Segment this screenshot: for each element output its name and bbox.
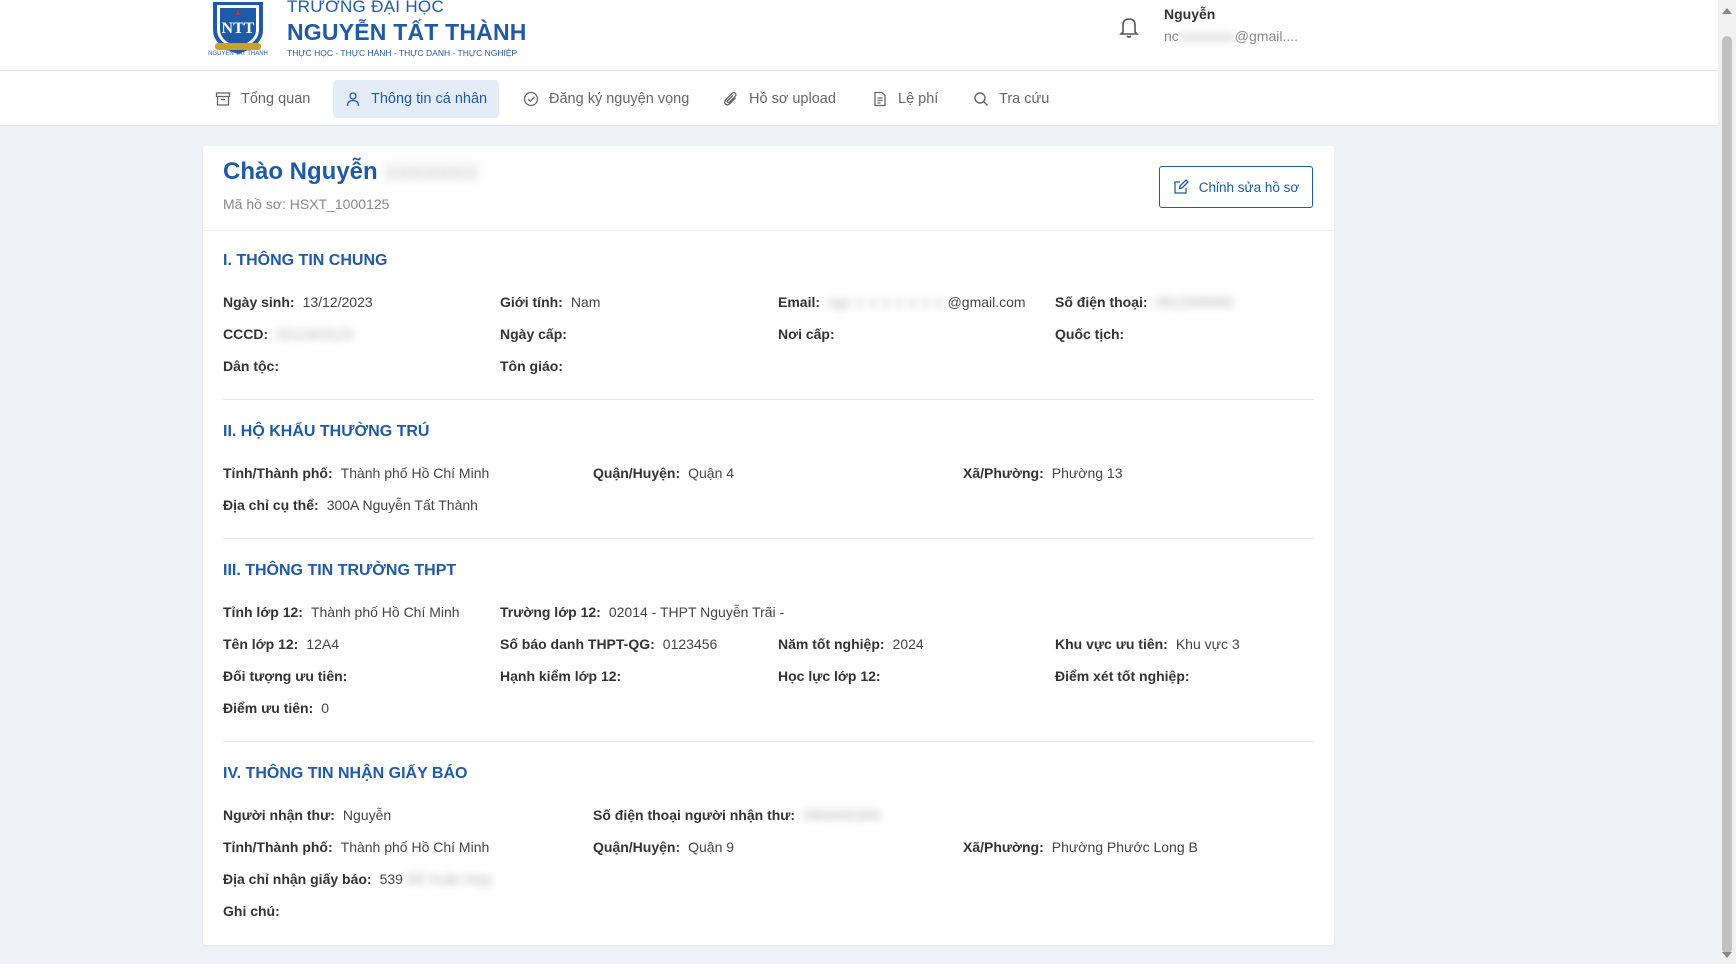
tab-fees[interactable]: Lệ phí (860, 80, 950, 118)
field-res-address: Địa chỉ cụ thể: 300A Nguyễn Tất Thành (223, 497, 478, 513)
tab-personal-info-label: Thông tin cá nhân (371, 91, 488, 107)
tab-register-wishes-label: Đăng ký nguyện vọng (549, 91, 690, 107)
field-bonus-score: Điểm ưu tiên: 0 (223, 700, 330, 716)
field-notice-district: Quận/Huyện: Quận 9 (593, 839, 735, 855)
tab-fees-label: Lệ phí (898, 91, 939, 107)
tab-upload-docs-label: Hồ sơ upload (749, 91, 836, 107)
field-nationality: Quốc tịch: (1055, 326, 1125, 342)
section-notice-title: IV. THÔNG TIN NHẬN GIẤY BÁO (223, 765, 468, 782)
profile-card: Chào Nguyễn xxxxxxx Mã hồ sơ: HSXT_10001… (203, 146, 1334, 945)
field-grad-score: Điểm xét tốt nghiệp: (1055, 668, 1190, 684)
tab-personal-info[interactable]: Thông tin cá nhân (333, 80, 500, 118)
field-phone: Số điện thoại: 0912000000 (1055, 294, 1234, 310)
tab-lookup[interactable]: Tra cứu (961, 80, 1061, 118)
field-grad-year: Năm tốt nghiệp: 2024 (778, 636, 924, 652)
edit-profile-label: Chỉnh sửa hồ sơ (1198, 179, 1300, 195)
field-priority-group: Đối tượng ưu tiên: (223, 668, 348, 684)
section-residence-title: II. HỘ KHẨU THƯỜNG TRÚ (223, 423, 430, 440)
field-recipient: Người nhận thư: Nguyễn (223, 807, 392, 823)
field-notice-address: Địa chỉ nhận giấy báo: 539 Đỗ Xuân Hợp (223, 871, 493, 887)
field-res-ward: Xã/Phường: Phường 13 (963, 465, 1123, 481)
scrollbar-thumb[interactable] (1722, 36, 1732, 954)
field-religion: Tôn giáo: (500, 358, 563, 374)
edit-icon (1174, 179, 1189, 194)
field-notice-province: Tỉnh/Thành phố: Thành phố Hồ Chí Minh (223, 839, 490, 855)
logo-seal-caption: NGUYEN TAT THANH (208, 51, 268, 57)
field-cccd: CCCD: 0211403123 (223, 326, 353, 342)
field-conduct: Hạnh kiểm lớp 12: (500, 668, 622, 684)
document-icon (874, 91, 886, 107)
section-divider (223, 399, 1314, 400)
search-icon (974, 92, 988, 106)
user-icon (346, 92, 360, 107)
greeting-title: Chào Nguyễn xxxxxxx (223, 158, 478, 185)
field-class: Tên lớp 12: 12A4 (223, 636, 340, 652)
scroll-down-arrow-icon[interactable] (1722, 952, 1732, 958)
field-g12-school: Trường lớp 12: 02014 - THPT Nguyễn Trãi - (500, 604, 785, 620)
tab-lookup-label: Tra cứu (999, 91, 1050, 107)
field-notice-ward: Xã/Phường: Phường Phước Long B (963, 839, 1198, 855)
field-academic: Học lực lớp 12: (778, 668, 881, 684)
field-g12-province: Tỉnh lớp 12: Thành phố Hồ Chí Minh (223, 604, 460, 620)
edit-profile-button[interactable]: Chỉnh sửa hồ sơ (1159, 166, 1313, 208)
field-issue-place: Nơi cấp: (778, 326, 835, 342)
notification-bell-icon[interactable] (1117, 14, 1141, 40)
tab-overview[interactable]: Tổng quan (203, 80, 322, 118)
section-general-title: I. THÔNG TIN CHUNG (223, 252, 388, 269)
field-issue-date: Ngày cấp: (500, 326, 567, 342)
field-res-district: Quận/Huyện: Quận 4 (593, 465, 735, 481)
profile-header: Chào Nguyễn xxxxxxx Mã hồ sơ: HSXT_10001… (203, 146, 1334, 231)
field-gender: Giới tính: Nam (500, 294, 601, 310)
check-circle-icon (523, 91, 539, 107)
field-dob: Ngày sinh: 13/12/2023 (223, 294, 373, 310)
field-recipient-phone: Số điện thoại người nhận thư: 0900000300 (593, 807, 881, 823)
logo-slogan: THỰC HỌC - THỰC HÀNH - THỰC DANH - THỰC … (287, 48, 518, 58)
field-exam-id: Số báo danh THPT-QG: 0123456 (500, 636, 718, 652)
section-divider (223, 741, 1314, 742)
svg-text:NTT: NTT (222, 20, 255, 37)
tab-register-wishes[interactable]: Đăng ký nguyện vọng (511, 80, 701, 118)
field-res-province: Tỉnh/Thành phố: Thành phố Hồ Chí Minh (223, 465, 490, 481)
scroll-up-arrow-icon[interactable] (1722, 8, 1732, 14)
user-name[interactable]: Nguyễn (1164, 6, 1215, 22)
main-nav: Tổng quan Thông tin cá nhân Đăng ký nguy… (0, 71, 1718, 126)
logo-line-1: TRƯỜNG ĐẠI HỌC (287, 0, 445, 16)
field-priority-area: Khu vực ưu tiên: Khu vực 3 (1055, 636, 1240, 652)
field-ethnicity: Dân tộc: (223, 358, 279, 374)
section-divider (223, 538, 1314, 539)
paperclip-icon (723, 91, 737, 106)
field-note: Ghi chú: (223, 903, 280, 919)
field-email: Email: ngxxxxxxxx@gmail.com (778, 294, 1026, 310)
section-highschool-title: III. THÔNG TIN TRƯỜNG THPT (223, 562, 457, 579)
user-email: ncxxxxxxxx@gmail.... (1164, 28, 1299, 44)
top-header: NTT NGUYEN TAT THANH TRƯỜNG ĐẠI HỌC NGUY… (0, 0, 1718, 71)
page-scrollbar[interactable] (1718, 0, 1736, 964)
record-code: Mã hồ sơ: HSXT_1000125 (223, 196, 390, 212)
tab-upload-docs[interactable]: Hồ sơ upload (711, 80, 848, 118)
tab-overview-label: Tổng quan (241, 91, 311, 107)
logo-line-2: NGUYỄN TẤT THÀNH (287, 19, 527, 45)
archive-icon (215, 92, 231, 106)
